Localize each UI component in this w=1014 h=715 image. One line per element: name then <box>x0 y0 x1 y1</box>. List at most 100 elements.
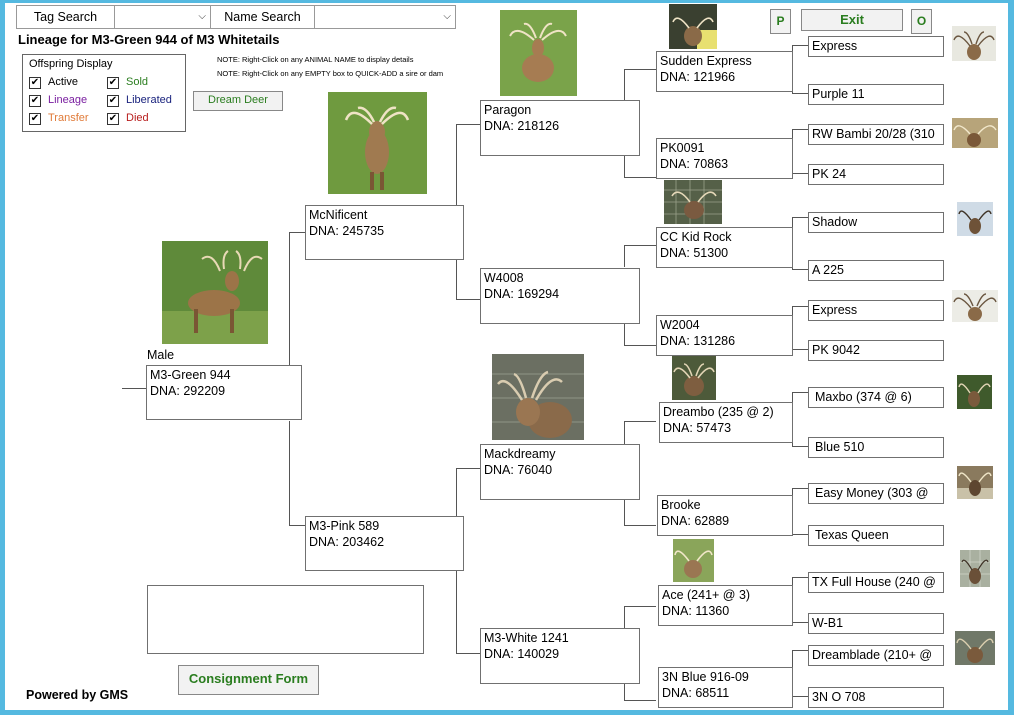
powered-by-label: Powered by GMS <box>26 688 129 702</box>
gen5-box[interactable]: 3N O 708 <box>808 687 944 708</box>
gen4-box[interactable]: W2004 DNA: 131286 <box>656 315 793 356</box>
connector-line <box>792 349 808 350</box>
gen5-box[interactable]: Dreamblade (210+ @ <box>808 645 944 666</box>
gen3-box-w4008[interactable]: W4008 DNA: 169294 <box>480 268 640 324</box>
connector-line <box>456 468 457 516</box>
gen4-name: Dreambo (235 @ 2) <box>663 405 774 419</box>
chevron-down-icon: ⌵ <box>443 11 451 22</box>
gen4-dna: DNA: 131286 <box>660 334 736 348</box>
connector-line <box>792 306 808 307</box>
gen5-box[interactable]: Shadow <box>808 212 944 233</box>
gen5-box[interactable]: Easy Money (303 @ <box>808 483 944 504</box>
connector-line <box>624 177 656 178</box>
deer-photo <box>952 290 998 322</box>
gen3-name: M3-White 1241 <box>484 631 569 645</box>
page-title: Lineage for M3-Green 944 of M3 Whitetail… <box>18 32 280 47</box>
gen5-box[interactable]: Express <box>808 36 944 57</box>
p-button[interactable]: P <box>770 9 791 34</box>
gen4-box[interactable]: Dreambo (235 @ 2) DNA: 57473 <box>659 402 793 443</box>
gen5-box[interactable]: TX Full House (240 @ <box>808 572 944 593</box>
dam-dna: DNA: 203462 <box>309 535 385 549</box>
consignment-form-button[interactable]: Consignment Form <box>178 665 319 695</box>
gen4-name: Ace (241+ @ 3) <box>662 588 751 602</box>
lineage-checkbox[interactable]: ✔ <box>29 95 41 107</box>
sire-dna: DNA: 245735 <box>309 224 385 238</box>
o-button[interactable]: O <box>911 9 932 34</box>
gen5-box[interactable]: A 225 <box>808 260 944 281</box>
connector-line <box>792 173 808 174</box>
active-label: Active <box>48 76 78 88</box>
connector-line <box>624 69 656 70</box>
deer-photo <box>957 466 993 499</box>
lineage-canvas: Tag Search ⌵ Name Search ⌵ P Exit O Line… <box>5 3 1008 710</box>
died-checkbox[interactable]: ✔ <box>107 113 119 125</box>
gen5-box[interactable]: Purple 11 <box>808 84 944 105</box>
deer-photo <box>957 375 992 409</box>
sire-box[interactable]: McNificent DNA: 245735 <box>305 205 464 260</box>
deer-photo <box>955 631 995 665</box>
connector-line <box>792 577 808 578</box>
sold-label: Sold <box>126 76 149 88</box>
connector-line <box>624 345 656 346</box>
empty-details-box[interactable] <box>147 585 424 654</box>
connector-line <box>792 650 808 651</box>
gen5-box[interactable]: PK 24 <box>808 164 944 185</box>
exit-button[interactable]: Exit <box>801 9 903 31</box>
subject-name: M3-Green 944 <box>150 368 231 382</box>
connector-line <box>122 388 147 389</box>
deer-photo <box>957 202 993 236</box>
dam-box[interactable]: M3-Pink 589 DNA: 203462 <box>305 516 464 571</box>
subject-dna: DNA: 292209 <box>150 384 226 398</box>
gen5-box[interactable]: Express <box>808 300 944 321</box>
deer-photo <box>664 180 722 224</box>
active-checkbox[interactable]: ✔ <box>29 77 41 89</box>
gen3-box-m3-white[interactable]: M3-White 1241 DNA: 140029 <box>480 628 640 684</box>
deer-photo <box>673 539 714 582</box>
gen4-dna: DNA: 68511 <box>662 686 730 700</box>
liberated-label: Liberated <box>126 94 172 106</box>
gen4-box[interactable]: Ace (241+ @ 3) DNA: 11360 <box>658 585 793 626</box>
gen4-box[interactable]: 3N Blue 916-09 DNA: 68511 <box>658 667 793 708</box>
name-search-select[interactable]: ⌵ <box>315 6 455 28</box>
tag-search-select[interactable]: ⌵ <box>115 6 211 28</box>
liberated-checkbox[interactable]: ✔ <box>107 95 119 107</box>
search-bar: Tag Search ⌵ Name Search ⌵ <box>16 5 456 29</box>
connector-line <box>456 259 457 299</box>
subject-sex-label: Male <box>147 348 175 362</box>
transfer-label: Transfer <box>48 112 89 124</box>
gen4-box[interactable]: Sudden Express DNA: 121966 <box>656 51 793 92</box>
gen3-box-paragon[interactable]: Paragon DNA: 218126 <box>480 100 640 156</box>
gen3-dna: DNA: 76040 <box>484 463 553 477</box>
gen4-name: 3N Blue 916-09 <box>662 670 749 684</box>
gen5-box[interactable]: Texas Queen <box>808 525 944 546</box>
deer-photo <box>952 118 998 148</box>
gen4-dna: DNA: 51300 <box>660 246 729 260</box>
connector-line <box>624 606 656 607</box>
gen5-box[interactable]: Blue 510 <box>808 437 944 458</box>
subject-box[interactable]: M3-Green 944 DNA: 292209 <box>146 365 302 420</box>
gen3-name: W4008 <box>484 271 524 285</box>
gen4-name: W2004 <box>660 318 700 332</box>
gen4-dna: DNA: 70863 <box>660 157 729 171</box>
gen5-box[interactable]: W-B1 <box>808 613 944 634</box>
deer-photo <box>492 354 584 440</box>
connector-line <box>792 488 808 489</box>
connector-line <box>624 245 625 267</box>
gen4-box[interactable]: CC Kid Rock DNA: 51300 <box>656 227 793 268</box>
transfer-checkbox[interactable]: ✔ <box>29 113 41 125</box>
connector-line <box>624 683 625 700</box>
connector-line <box>624 499 625 525</box>
gen5-box[interactable]: Maxbo (374 @ 6) <box>808 387 944 408</box>
gen4-box[interactable]: PK0091 DNA: 70863 <box>656 138 793 179</box>
gen3-box-mackdreamy[interactable]: Mackdreamy DNA: 76040 <box>480 444 640 500</box>
connector-line <box>792 217 808 218</box>
sold-checkbox[interactable]: ✔ <box>107 77 119 89</box>
gen4-name: CC Kid Rock <box>660 230 732 244</box>
gen5-box[interactable]: PK 9042 <box>808 340 944 361</box>
connector-line <box>456 653 480 654</box>
dream-deer-button[interactable]: Dream Deer <box>193 91 283 111</box>
gen4-box[interactable]: Brooke DNA: 62889 <box>657 495 793 536</box>
gen5-box[interactable]: RW Bambi 20/28 (310 <box>808 124 944 145</box>
deer-photo <box>328 92 427 194</box>
connector-line <box>456 570 457 653</box>
